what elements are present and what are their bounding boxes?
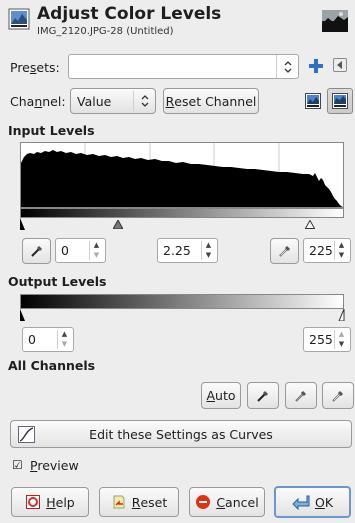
ok-arrow-icon [292, 495, 310, 510]
curves-icon [18, 426, 35, 443]
preview-checkbox[interactable]: ☑ [12, 459, 25, 472]
input-low-handle[interactable] [18, 218, 26, 230]
black-eyedropper-icon [257, 390, 269, 402]
increment-icon[interactable]: ▲ [335, 330, 348, 340]
all-channels-heading: All Channels [8, 358, 96, 373]
increment-icon[interactable]: ▲ [90, 241, 103, 251]
dialog-header: Adjust Color Levels IMG_2120.JPG-28 (Unt… [0, 0, 355, 46]
channel-label: Channel: [10, 94, 66, 109]
edit-as-curves-button[interactable]: Edit these Settings as Curves [10, 420, 352, 448]
input-histogram [20, 142, 344, 208]
output-high-spin[interactable]: 255 ▲ ▼ [303, 327, 351, 352]
cancel-icon [196, 495, 211, 509]
presets-label: Presets: [10, 60, 60, 75]
updown-arrows-icon [284, 60, 291, 73]
dialog-subtitle: IMG_2120.JPG-28 (Untitled) [37, 26, 174, 37]
input-high-handle[interactable] [305, 220, 315, 229]
channel-combo[interactable]: Value [70, 88, 156, 114]
decrement-icon[interactable]: ▼ [335, 340, 348, 350]
increment-icon[interactable]: ▲ [335, 241, 348, 251]
white-eyedropper-icon [332, 390, 344, 402]
input-white-eyedropper-button[interactable] [270, 238, 299, 264]
increment-icon[interactable]: ▲ [202, 241, 215, 251]
reset-button[interactable]: Reset [99, 487, 179, 517]
output-levels-gradient [20, 294, 344, 309]
input-low-spin[interactable]: 0 ▲ ▼ [55, 238, 106, 263]
output-levels-heading: Output Levels [8, 274, 107, 289]
decrement-icon[interactable]: ▼ [90, 251, 103, 261]
preset-menu-icon[interactable] [333, 58, 347, 72]
output-low-spin[interactable]: 0 ▲ ▼ [22, 327, 74, 352]
reset-icon [113, 495, 125, 509]
input-gamma-spin[interactable]: 2.25 ▲ ▼ [157, 238, 218, 263]
auto-button[interactable]: Auto [201, 382, 241, 409]
image-thumbnail [322, 10, 348, 32]
presets-combo[interactable] [68, 54, 299, 79]
dialog-title: Adjust Color Levels [37, 4, 222, 24]
edit-as-curves-label: Edit these Settings as Curves [89, 426, 273, 442]
linear-histogram-button[interactable] [305, 93, 321, 109]
levels-icon [8, 8, 30, 30]
add-preset-icon[interactable] [308, 58, 324, 74]
black-eyedropper-icon [30, 245, 42, 257]
increment-icon[interactable]: ▲ [58, 330, 71, 340]
help-icon [26, 495, 41, 509]
log-histogram-button[interactable] [327, 88, 353, 114]
output-slider-track [18, 309, 346, 321]
input-levels-heading: Input Levels [8, 123, 95, 138]
decrement-icon[interactable]: ▼ [202, 251, 215, 261]
channel-value: Value [77, 93, 112, 109]
input-black-eyedropper-button[interactable] [22, 238, 51, 264]
input-high-spin[interactable]: 225 ▲ ▼ [303, 238, 351, 263]
pick-white-point-button[interactable] [322, 382, 354, 409]
help-button[interactable]: Help [11, 487, 89, 517]
output-high-handle[interactable] [338, 309, 346, 321]
input-levels-gradient [20, 208, 344, 218]
decrement-icon[interactable]: ▼ [58, 340, 71, 350]
updown-arrows-icon [141, 95, 148, 107]
cancel-button[interactable]: Cancel [189, 487, 265, 517]
input-slider-track [20, 218, 344, 230]
preview-label[interactable]: Preview [30, 458, 79, 473]
decrement-icon[interactable]: ▼ [335, 251, 348, 261]
input-gamma-handle[interactable] [113, 220, 123, 229]
ok-button[interactable]: OK [274, 486, 351, 518]
gray-eyedropper-icon [295, 390, 307, 402]
presets-dropdown-button[interactable] [276, 55, 298, 78]
reset-channel-button[interactable]: Reset Channel [163, 88, 259, 114]
pick-gray-point-button[interactable] [285, 382, 317, 409]
pick-black-point-button[interactable] [247, 382, 279, 409]
output-low-handle[interactable] [18, 309, 26, 321]
white-eyedropper-icon [278, 245, 290, 257]
